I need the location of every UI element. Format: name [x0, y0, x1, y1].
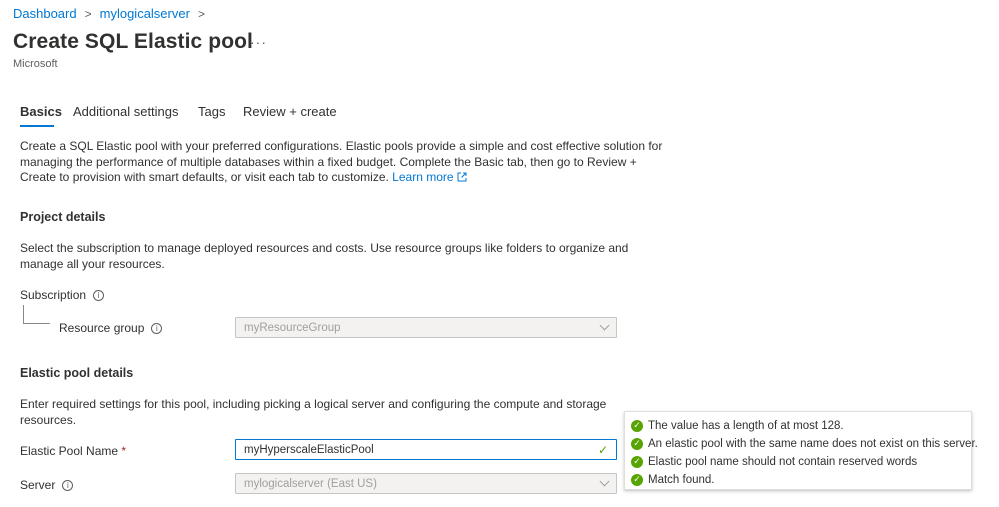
validation-message: ✓ The value has a length of at most 128. [631, 417, 965, 435]
project-details-description: Select the subscription to manage deploy… [20, 241, 629, 271]
validation-message: ✓ An elastic pool with the same name doe… [631, 435, 978, 453]
tab-review-create[interactable]: Review + create [243, 104, 337, 119]
breadcrumb-server[interactable]: mylogicalserver [100, 6, 190, 21]
tab-basics[interactable]: Basics [20, 104, 62, 119]
elastic-pool-details-heading: Elastic pool details [20, 366, 134, 380]
breadcrumb-dashboard[interactable]: Dashboard [13, 6, 77, 21]
validation-message: ✓ Match found. [631, 471, 965, 489]
tree-connector [23, 323, 50, 324]
resource-group-select[interactable]: myResourceGroup [235, 317, 617, 338]
subscription-label: Subscription i [20, 288, 105, 302]
project-details-heading: Project details [20, 210, 106, 224]
elastic-pool-name-input[interactable]: myHyperscaleElasticPool ✓ [235, 439, 617, 460]
publisher-label: Microsoft [13, 58, 58, 70]
breadcrumb: Dashboard > mylogicalserver > [13, 6, 213, 21]
validation-message: ✓ Elastic pool name should not contain r… [631, 453, 965, 471]
success-check-icon: ✓ [631, 438, 643, 450]
learn-more-link[interactable]: Learn more [392, 170, 467, 184]
chevron-down-icon [599, 320, 610, 331]
success-check-icon: ✓ [631, 420, 643, 432]
chevron-down-icon [599, 476, 610, 487]
validation-tooltip: ✓ The value has a length of at most 128.… [624, 411, 978, 490]
breadcrumb-separator: > [84, 6, 92, 21]
info-icon[interactable]: i [93, 289, 105, 301]
server-select[interactable]: mylogicalserver (East US) [235, 473, 617, 494]
success-check-icon: ✓ [631, 456, 643, 468]
page-title: Create SQL Elastic pool [13, 30, 253, 53]
elastic-pool-details-description: Enter required settings for this pool, i… [20, 397, 607, 427]
active-tab-indicator [20, 125, 54, 127]
info-icon[interactable]: i [62, 479, 74, 491]
server-label: Server i [20, 478, 74, 492]
more-options-button[interactable]: ··· [250, 34, 267, 50]
tree-connector [23, 305, 24, 323]
tab-tags[interactable]: Tags [198, 104, 225, 119]
breadcrumb-separator: > [197, 6, 205, 21]
info-icon[interactable]: i [151, 322, 163, 334]
success-check-icon: ✓ [631, 474, 643, 486]
intro-description: Create a SQL Elastic pool with your pref… [20, 139, 663, 184]
elastic-pool-name-label: Elastic Pool Name * [20, 444, 127, 458]
external-link-icon [457, 172, 467, 182]
checkmark-icon: ✓ [597, 442, 608, 457]
required-marker: * [121, 444, 127, 458]
resource-group-label: Resource group i [59, 321, 163, 335]
tab-additional-settings[interactable]: Additional settings [73, 104, 179, 119]
